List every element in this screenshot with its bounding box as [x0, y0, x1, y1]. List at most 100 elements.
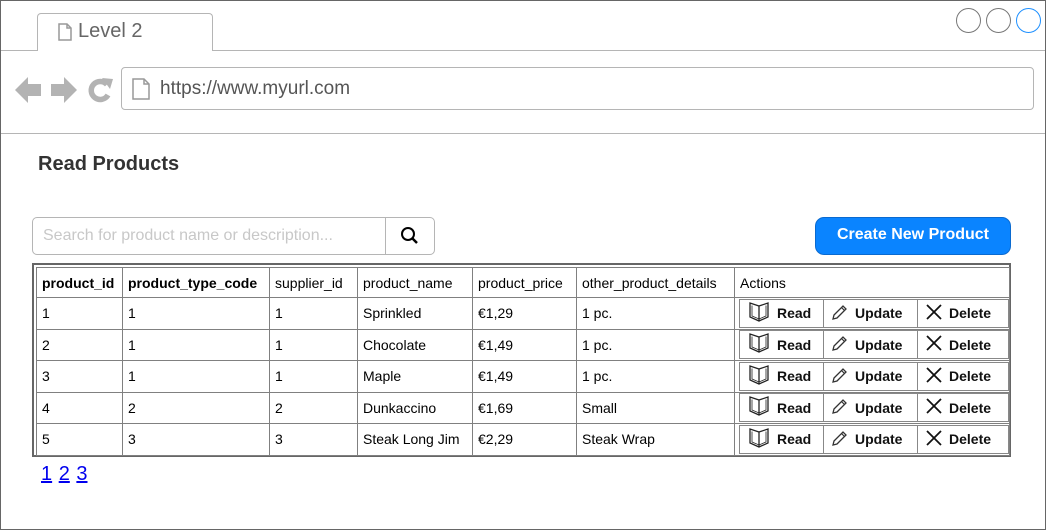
delete-label: Delete — [949, 336, 992, 353]
read-label: Read — [777, 336, 812, 353]
cell-product-id: 4 — [36, 391, 123, 424]
delete-button[interactable]: Delete — [917, 330, 1009, 360]
back-arrow-icon[interactable] — [14, 75, 42, 110]
cell-actions: Read Update Delete — [734, 328, 1010, 361]
update-button[interactable]: Update — [823, 298, 918, 328]
read-label: Read — [777, 305, 812, 322]
close-icon — [918, 335, 949, 354]
close-window-button[interactable] — [1016, 8, 1041, 33]
search-button[interactable] — [386, 218, 434, 254]
column-header-supplier-id: supplier_id — [269, 267, 358, 298]
table-row: 4 2 2 Dunkaccino €1,69 Small Read Update Delete — [36, 391, 1010, 424]
create-new-product-button[interactable]: Create New Product — [815, 217, 1011, 255]
book-icon — [740, 364, 777, 388]
update-label: Update — [855, 431, 903, 448]
update-label: Update — [855, 336, 903, 353]
pencil-icon — [824, 367, 855, 386]
update-button[interactable]: Update — [823, 424, 918, 454]
url-text: https://www.myurl.com — [160, 78, 351, 99]
read-button[interactable]: Read — [739, 393, 824, 423]
pencil-icon — [824, 398, 855, 417]
column-header-product-type-code: product_type_code — [122, 267, 270, 298]
pencil-icon — [824, 335, 855, 354]
delete-label: Delete — [949, 368, 992, 385]
delete-button[interactable]: Delete — [917, 424, 1009, 454]
book-icon — [740, 301, 777, 325]
update-label: Update — [855, 368, 903, 385]
update-button[interactable]: Update — [823, 330, 918, 360]
read-label: Read — [777, 431, 812, 448]
browser-window: Level 2 https://www.myurl.com Read Produ… — [0, 0, 1046, 530]
close-icon — [918, 304, 949, 323]
column-header-other-product-details: other_product_details — [576, 267, 735, 298]
table-row: 1 1 1 Sprinkled €1,29 1 pc. Read Update Delete — [36, 297, 1010, 330]
minimize-button[interactable] — [956, 8, 981, 33]
delete-button[interactable]: Delete — [917, 393, 1009, 423]
pencil-icon — [824, 304, 855, 323]
cell-product-type-code: 2 — [122, 391, 270, 424]
pagination: 1 2 3 — [41, 463, 89, 486]
toolbar-divider — [1, 133, 1045, 134]
close-icon — [918, 367, 949, 386]
column-header-product-name: product_name — [357, 267, 473, 298]
page-link-1[interactable]: 1 — [41, 463, 52, 485]
update-button[interactable]: Update — [823, 361, 918, 391]
reload-icon[interactable] — [86, 75, 114, 110]
maximize-button[interactable] — [986, 8, 1011, 33]
table-header-row: product_id product_type_code supplier_id… — [36, 267, 1010, 298]
address-bar[interactable]: https://www.myurl.com — [121, 67, 1034, 110]
delete-button[interactable]: Delete — [917, 361, 1009, 391]
browser-tab[interactable]: Level 2 — [37, 13, 213, 51]
products-table-frame: product_id product_type_code supplier_id… — [32, 263, 1011, 457]
cell-product-price: €1,49 — [472, 360, 577, 393]
cell-supplier-id: 1 — [269, 360, 358, 393]
column-header-product-price: product_price — [472, 267, 577, 298]
cell-product-price: €1,69 — [472, 391, 577, 424]
cell-other-product-details: 1 pc. — [576, 297, 735, 330]
column-header-product-id: product_id — [36, 267, 123, 298]
delete-button[interactable]: Delete — [917, 298, 1009, 328]
read-button[interactable]: Read — [739, 298, 824, 328]
page-link-2[interactable]: 2 — [59, 463, 70, 485]
table-row: 5 3 3 Steak Long Jim €2,29 Steak Wrap Read Upda… — [36, 423, 1010, 456]
book-icon — [740, 427, 777, 451]
delete-label: Delete — [949, 305, 992, 322]
forward-arrow-icon[interactable] — [50, 75, 78, 110]
cell-supplier-id: 2 — [269, 391, 358, 424]
cell-actions: Read Update Delete — [734, 360, 1010, 393]
cell-product-name: Sprinkled — [357, 297, 473, 330]
column-header-actions: Actions — [734, 267, 1010, 298]
update-label: Update — [855, 305, 903, 322]
update-button[interactable]: Update — [823, 393, 918, 423]
table-row: 3 1 1 Maple €1,49 1 pc. Read Update Delete — [36, 360, 1010, 393]
cell-other-product-details: Steak Wrap — [576, 423, 735, 456]
page-link-3[interactable]: 3 — [76, 463, 87, 485]
read-button[interactable]: Read — [739, 424, 824, 454]
pencil-icon — [824, 430, 855, 449]
document-icon — [58, 23, 72, 46]
products-table: product_id product_type_code supplier_id… — [36, 267, 1010, 456]
close-icon — [918, 430, 949, 449]
cell-actions: Read Update Delete — [734, 297, 1010, 330]
read-button[interactable]: Read — [739, 361, 824, 391]
search-icon — [401, 227, 418, 244]
cell-other-product-details: 1 pc. — [576, 360, 735, 393]
cell-product-type-code: 1 — [122, 297, 270, 330]
table-row: 2 1 1 Chocolate €1,49 1 pc. Read Update Delete — [36, 328, 1010, 361]
cell-product-id: 3 — [36, 360, 123, 393]
book-icon — [740, 333, 777, 356]
cell-supplier-id: 3 — [269, 423, 358, 456]
cell-product-id: 1 — [36, 297, 123, 330]
cell-product-price: €1,29 — [472, 297, 577, 330]
page-title: Read Products — [38, 153, 180, 175]
cell-supplier-id: 1 — [269, 297, 358, 330]
cell-product-name: Dunkaccino — [357, 391, 473, 424]
search-input[interactable] — [33, 218, 386, 254]
read-button[interactable]: Read — [739, 330, 824, 360]
close-icon — [918, 398, 949, 417]
book-icon — [740, 396, 777, 419]
read-label: Read — [777, 368, 812, 385]
delete-label: Delete — [949, 399, 992, 416]
cell-product-price: €1,49 — [472, 328, 577, 361]
delete-label: Delete — [949, 431, 992, 448]
